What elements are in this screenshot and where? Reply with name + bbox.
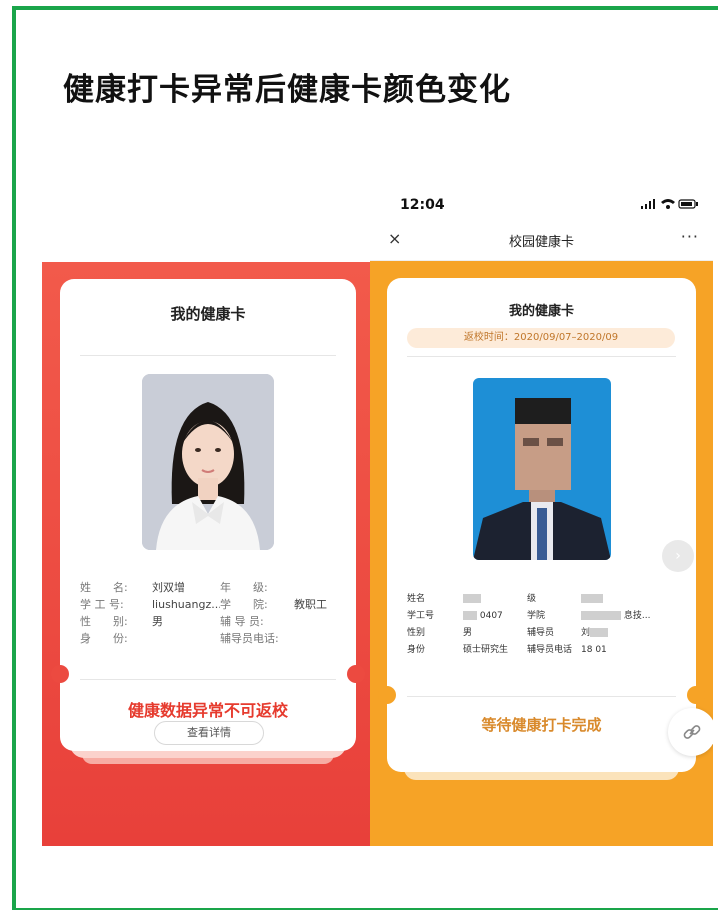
student-info: 姓名 级 学工号 0407 学院 息技... 性别 男 辅导员 刘 身份 硕士研… [407, 591, 687, 659]
orange-health-card-screen: 12:04 × 校园健康卡 ··· 我的健康卡 返校时间：2020/09/07–… [370, 190, 713, 846]
info-row: 姓 名: 刘双增 年 级: [80, 581, 268, 594]
student-photo [473, 378, 611, 560]
nav-bar: × 校园健康卡 ··· [370, 220, 713, 261]
health-warning-text: 健康数据异常不可返校 [127, 701, 288, 720]
info-row: 姓名 级 [407, 591, 687, 608]
link-icon[interactable] [668, 708, 713, 756]
chevron-right-icon[interactable]: › [662, 540, 694, 572]
health-status-text: 等待健康打卡完成 [481, 716, 602, 734]
nav-title: 校园健康卡 [508, 235, 574, 250]
view-details-button[interactable]: 查看详情 [154, 721, 264, 745]
more-icon[interactable]: ··· [681, 227, 699, 246]
info-row: 身 份: 辅导员电话: [80, 632, 279, 645]
student-info: 姓 名: 刘双增 年 级: 学 工 号: liushuangz... 学 院: … [80, 579, 350, 647]
health-card: 我的健康卡 姓 名: 刘双增 年 级: 学 工 号: liushuangz...… [51, 279, 365, 751]
info-row: 身份 硕士研究生 辅导员电话 18 01 [407, 645, 607, 655]
red-health-card-screen: 我的健康卡 姓 名: 刘双增 年 级: 学 工 号: liushuangz...… [42, 262, 374, 846]
return-time-bar: 返校时间：2020/09/07–2020/09 [407, 328, 675, 348]
info-row: 性别 男 辅导员 刘 [407, 625, 687, 642]
health-card: 我的健康卡 返校时间：2020/09/07–2020/09 姓名 级 学工号 0… [378, 278, 705, 772]
info-row: 学工号 0407 学院 息技... [407, 611, 651, 621]
page-title: 健康打卡异常后健康卡颜色变化 [63, 72, 511, 108]
status-bar: 12:04 [370, 190, 713, 220]
status-time: 12:04 [400, 197, 445, 213]
card-title: 我的健康卡 [170, 305, 246, 323]
info-row: 学 工 号: liushuangz... 学 院: 教职工 [80, 598, 327, 611]
signal-wifi-battery-icon [641, 198, 699, 213]
student-photo [142, 374, 274, 550]
card-title: 我的健康卡 [508, 304, 574, 319]
info-row: 性 别: 男 辅 导 员: [80, 615, 264, 628]
